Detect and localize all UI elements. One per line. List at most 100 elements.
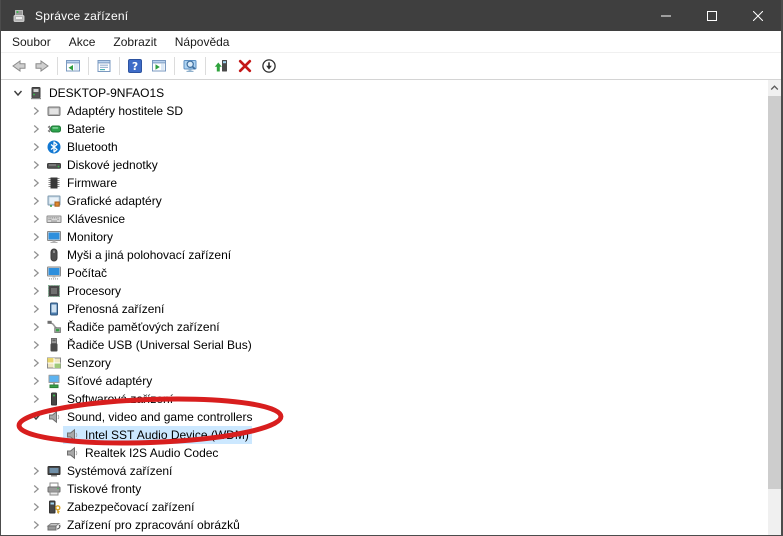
row-content[interactable]: Myši a jiná polohovací zařízení — [45, 246, 234, 264]
selected-row-content[interactable]: Intel SST Audio Device (WDM) — [63, 426, 252, 444]
toolbar-scan-hardware-changes-button[interactable] — [178, 54, 202, 78]
tree-row[interactable]: DESKTOP-9NFAO1S — [1, 84, 781, 102]
scrollbar-thumb[interactable] — [768, 96, 781, 489]
row-content[interactable]: Grafické adaptéry — [45, 192, 165, 210]
toolbar-action-pane-toggle-button[interactable] — [147, 54, 171, 78]
tree-row[interactable]: Procesory — [1, 282, 781, 300]
tree-row[interactable]: Řadiče paměťových zařízení — [1, 318, 781, 336]
chevron-right-icon[interactable] — [27, 462, 45, 480]
chevron-right-icon[interactable] — [27, 372, 45, 390]
tree-row[interactable]: Systémová zařízení — [1, 462, 781, 480]
row-content[interactable]: Zařízení pro zpracování obrázků — [45, 516, 243, 534]
chevron-right-icon[interactable] — [27, 390, 45, 408]
chevron-right-icon[interactable] — [27, 336, 45, 354]
chevron-right-icon[interactable] — [27, 498, 45, 516]
chevron-right-icon[interactable] — [27, 138, 45, 156]
toolbar-help-button[interactable]: ? — [123, 54, 147, 78]
row-content[interactable]: Firmware — [45, 174, 120, 192]
row-content[interactable]: DESKTOP-9NFAO1S — [27, 84, 167, 102]
row-content[interactable]: Řadiče USB (Universal Serial Bus) — [45, 336, 255, 354]
row-content[interactable]: Monitory — [45, 228, 116, 246]
tree-row[interactable]: Diskové jednotky — [1, 156, 781, 174]
chevron-right-icon[interactable] — [27, 192, 45, 210]
title-bar: Správce zařízení — [1, 0, 781, 31]
menu-soubor[interactable]: Soubor — [3, 32, 60, 52]
menu-akce[interactable]: Akce — [60, 32, 105, 52]
row-content[interactable]: Řadiče paměťových zařízení — [45, 318, 223, 336]
toolbar-properties-button[interactable] — [92, 54, 116, 78]
speaker-icon — [46, 409, 62, 425]
tree-row[interactable]: Tiskové fronty — [1, 480, 781, 498]
tree-row[interactable]: Síťové adaptéry — [1, 372, 781, 390]
tree-row[interactable]: Senzory — [1, 354, 781, 372]
scroll-up-button[interactable] — [768, 80, 781, 95]
chevron-right-icon[interactable] — [27, 282, 45, 300]
tree-row[interactable]: Řadiče USB (Universal Serial Bus) — [1, 336, 781, 354]
minimize-button[interactable] — [643, 0, 689, 31]
chevron-right-icon[interactable] — [27, 228, 45, 246]
tree-row[interactable]: Monitory — [1, 228, 781, 246]
tree-row[interactable]: Realtek I2S Audio Codec — [1, 444, 781, 462]
row-content[interactable]: Realtek I2S Audio Codec — [63, 444, 221, 462]
row-content[interactable]: Adaptéry hostitele SD — [45, 102, 186, 120]
tree-row[interactable]: Baterie — [1, 120, 781, 138]
chevron-down-icon[interactable] — [9, 84, 27, 102]
tree-row[interactable]: Bluetooth — [1, 138, 781, 156]
chevron-right-icon[interactable] — [27, 102, 45, 120]
row-content[interactable]: Počítač — [45, 264, 110, 282]
chevron-right-icon[interactable] — [27, 354, 45, 372]
toolbar-separator — [119, 57, 120, 75]
row-content[interactable]: Diskové jednotky — [45, 156, 161, 174]
row-content[interactable]: Senzory — [45, 354, 114, 372]
chevron-right-icon[interactable] — [27, 516, 45, 534]
toolbar-console-tree-toggle-button[interactable] — [61, 54, 85, 78]
toolbar-disable-device-button[interactable] — [257, 54, 281, 78]
toolbar-back-button[interactable] — [6, 54, 30, 78]
row-content[interactable]: Systémová zařízení — [45, 462, 175, 480]
chevron-right-icon[interactable] — [27, 120, 45, 138]
chevron-right-icon[interactable] — [27, 300, 45, 318]
tree-row[interactable]: Sound, video and game controllers — [1, 408, 781, 426]
tree-row[interactable]: Myši a jiná polohovací zařízení — [1, 246, 781, 264]
row-content[interactable]: Softwarová zařízení — [45, 390, 176, 408]
menu-zobrazit[interactable]: Zobrazit — [104, 32, 165, 52]
maximize-button[interactable] — [689, 0, 735, 31]
close-button[interactable] — [735, 0, 781, 31]
tree-row[interactable]: Grafické adaptéry — [1, 192, 781, 210]
row-content[interactable]: Sound, video and game controllers — [45, 408, 255, 426]
tree-row[interactable]: Softwarová zařízení — [1, 390, 781, 408]
tree-row[interactable]: Zabezpečovací zařízení — [1, 498, 781, 516]
sd-host-adapter-icon — [46, 103, 62, 119]
chevron-down-icon[interactable] — [27, 408, 45, 426]
chevron-right-icon[interactable] — [27, 246, 45, 264]
battery-icon — [46, 121, 62, 137]
chevron-right-icon[interactable] — [27, 174, 45, 192]
row-content[interactable]: Baterie — [45, 120, 108, 138]
tree-row-label: Systémová zařízení — [67, 464, 173, 478]
chevron-right-icon[interactable] — [27, 264, 45, 282]
toolbar-forward-button[interactable] — [30, 54, 54, 78]
tree-row[interactable]: Firmware — [1, 174, 781, 192]
tree-row-label: Řadiče USB (Universal Serial Bus) — [67, 338, 252, 352]
row-content[interactable]: Síťové adaptéry — [45, 372, 155, 390]
chevron-right-icon[interactable] — [27, 210, 45, 228]
row-content[interactable]: Tiskové fronty — [45, 480, 144, 498]
row-content[interactable]: Zabezpečovací zařízení — [45, 498, 197, 516]
tree-row[interactable]: Zařízení pro zpracování obrázků — [1, 516, 781, 534]
row-content[interactable]: Přenosná zařízení — [45, 300, 167, 318]
chevron-right-icon[interactable] — [27, 480, 45, 498]
tree-row[interactable]: Přenosná zařízení — [1, 300, 781, 318]
chevron-right-icon[interactable] — [27, 318, 45, 336]
row-content[interactable]: Klávesnice — [45, 210, 128, 228]
toolbar-uninstall-device-button[interactable] — [233, 54, 257, 78]
toolbar-update-driver-button[interactable] — [209, 54, 233, 78]
tree-row[interactable]: Počítač — [1, 264, 781, 282]
row-content[interactable]: Procesory — [45, 282, 124, 300]
tree-row[interactable]: Intel SST Audio Device (WDM) — [1, 426, 781, 444]
chevron-right-icon[interactable] — [27, 156, 45, 174]
row-content[interactable]: Bluetooth — [45, 138, 121, 156]
vertical-scrollbar[interactable] — [768, 80, 781, 535]
tree-row[interactable]: Klávesnice — [1, 210, 781, 228]
tree-row[interactable]: Adaptéry hostitele SD — [1, 102, 781, 120]
menu-napoveda[interactable]: Nápověda — [166, 32, 239, 52]
